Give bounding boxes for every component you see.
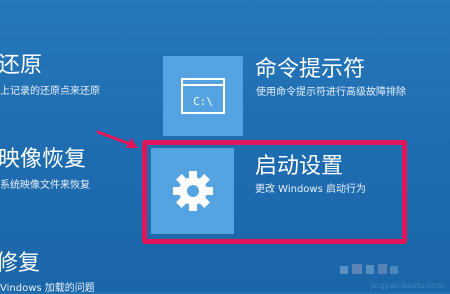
startup-repair-desc: Vindows 加载的问题 — [0, 283, 95, 294]
watermark-logo — [340, 264, 398, 274]
command-prompt-icon-text: C:\ — [193, 95, 213, 108]
pointer-arrow-icon — [96, 130, 138, 148]
system-image-recovery-title[interactable]: 映像恢复 — [0, 149, 86, 171]
highlight-frame — [142, 140, 407, 244]
command-prompt-desc: 使用命令提示符进行高级故障排除 — [256, 87, 406, 98]
startup-repair-title[interactable]: 修复 — [0, 253, 40, 275]
system-restore-desc: 上记录的还原点来还原 — [0, 86, 100, 97]
command-prompt-icon: C:\ — [181, 78, 225, 114]
command-prompt-title[interactable]: 命令提示符 — [255, 59, 365, 81]
system-restore-title[interactable]: 还原 — [0, 55, 42, 77]
watermark-url: jingyan.baidu.com — [370, 281, 444, 290]
command-prompt-tile[interactable]: C:\ — [163, 56, 243, 136]
system-image-recovery-desc: 系统映像文件来恢复 — [0, 180, 90, 191]
